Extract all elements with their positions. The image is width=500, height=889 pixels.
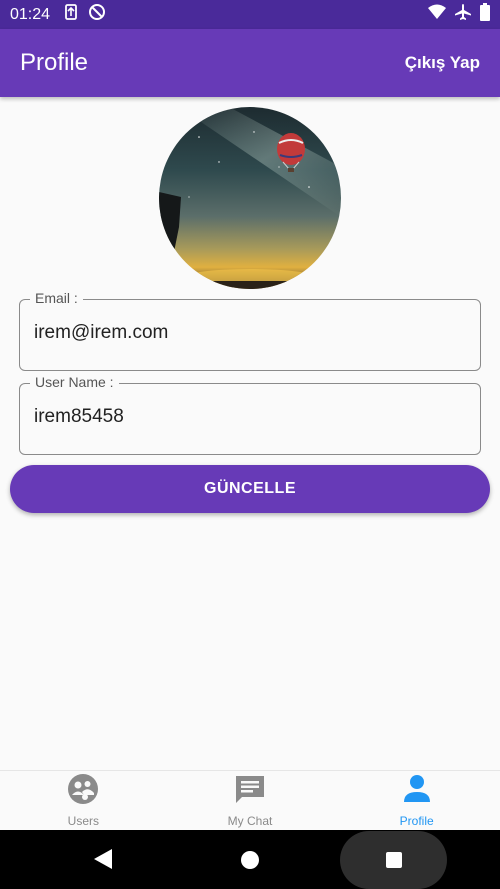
wifi-icon: [428, 4, 446, 25]
email-field[interactable]: Email :: [19, 290, 481, 371]
status-left-icons: [62, 3, 106, 26]
nav-label-profile: Profile: [399, 814, 434, 828]
username-field[interactable]: User Name :: [19, 374, 481, 455]
username-input[interactable]: [34, 406, 464, 428]
email-input[interactable]: [34, 322, 464, 344]
status-right-icons: [428, 3, 490, 26]
nav-item-my-chat[interactable]: My Chat: [167, 771, 334, 830]
app-bar: Profile Çıkış Yap: [0, 29, 500, 97]
back-icon[interactable]: [92, 848, 114, 875]
nav-item-profile[interactable]: Profile: [333, 771, 500, 830]
do-not-disturb-icon: [88, 3, 106, 26]
chat-icon: [234, 773, 266, 810]
status-time: 01:24: [10, 5, 51, 23]
nav-label-my-chat: My Chat: [227, 814, 273, 828]
sync-icon: [62, 3, 80, 26]
email-label: Email :: [30, 290, 83, 306]
recents-icon[interactable]: [386, 852, 402, 868]
bottom-navigation: Users My Chat Profile: [0, 770, 500, 830]
status-bar: 01:24: [0, 0, 500, 29]
users-icon: [67, 773, 99, 810]
nav-item-users[interactable]: Users: [0, 771, 167, 830]
person-icon: [401, 773, 433, 810]
page-title: Profile: [20, 49, 89, 76]
update-button[interactable]: GÜNCELLE: [10, 465, 490, 513]
profile-photo-icon: [159, 107, 341, 289]
nav-label-users: Users: [67, 814, 99, 828]
battery-icon: [480, 3, 490, 26]
logout-button[interactable]: Çıkış Yap: [405, 53, 480, 73]
home-icon[interactable]: [241, 851, 259, 869]
avatar[interactable]: [159, 107, 341, 289]
username-label: User Name :: [30, 374, 119, 390]
system-navigation-bar: [0, 830, 500, 889]
airplane-icon: [454, 3, 472, 26]
